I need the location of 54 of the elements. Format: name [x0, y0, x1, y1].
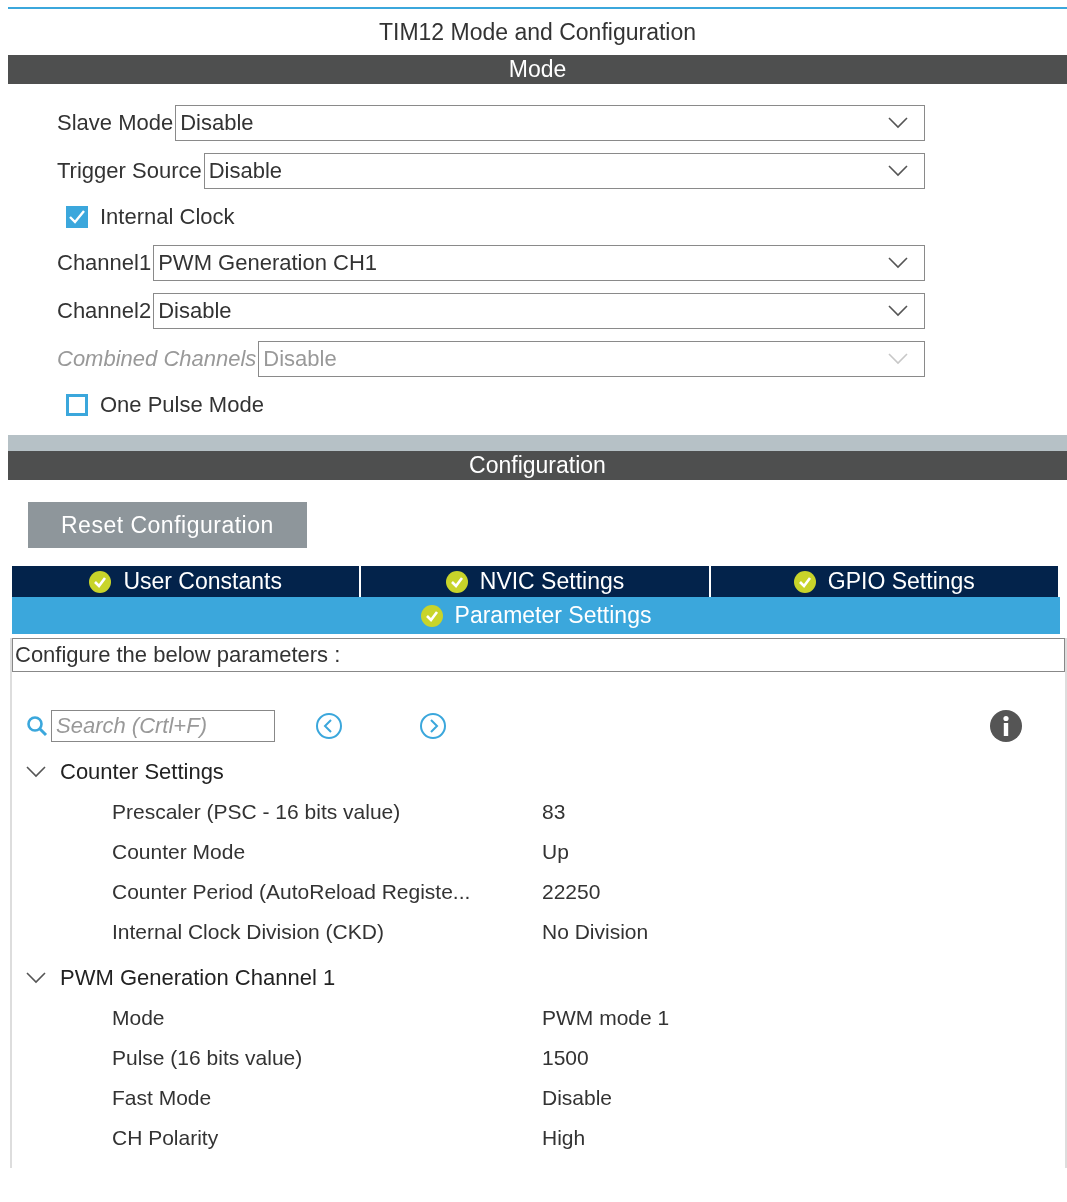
caret-icon [888, 165, 908, 177]
previous-icon[interactable] [315, 712, 343, 740]
chevron-icon[interactable] [26, 971, 46, 985]
field-label: Channel2 [57, 298, 152, 324]
parameter-value[interactable]: Up [542, 840, 569, 864]
field-label: Combined Channels [57, 346, 257, 372]
caret-icon [888, 257, 908, 269]
section-header: Configuration [8, 451, 1067, 480]
checkbox-label: One Pulse Mode [100, 392, 264, 418]
tab[interactable]: GPIO Settings [710, 566, 1060, 597]
group-label[interactable]: Counter Settings [60, 759, 224, 785]
check-circle-icon [89, 570, 112, 593]
check-circle-icon [445, 570, 468, 593]
parameter-name: Mode [112, 1006, 166, 1030]
panel-title: TIM12 Mode and Configuration [377, 18, 698, 47]
parameter-name: Fast Mode [112, 1086, 213, 1110]
checkbox-label: Internal Clock [100, 204, 235, 230]
parameter-value[interactable]: 1500 [542, 1046, 589, 1070]
field-label: Trigger Source [57, 158, 202, 184]
field-label: Channel1 [57, 250, 152, 276]
parameter-value[interactable]: 22250 [542, 880, 601, 904]
parameter-name: Prescaler (PSC - 16 bits value) [112, 800, 402, 824]
dropdown[interactable]: Disable [203, 153, 925, 189]
checkbox[interactable] [66, 394, 88, 416]
info-icon[interactable] [989, 709, 1023, 743]
tab[interactable]: User Constants [12, 566, 362, 597]
description-text: Configure the below parameters : [12, 638, 1065, 672]
group-label[interactable]: PWM Generation Channel 1 [60, 965, 336, 991]
chevron-icon[interactable] [26, 765, 46, 779]
checkbox[interactable] [66, 206, 88, 228]
caret-icon [888, 353, 908, 365]
parameter-value[interactable]: Disable [542, 1086, 613, 1110]
tab[interactable]: NVIC Settings [361, 566, 711, 597]
caret-icon [888, 117, 908, 129]
parameter-name: Pulse (16 bits value) [112, 1046, 304, 1070]
caret-icon [888, 305, 908, 317]
field-label: Slave Mode [57, 110, 174, 136]
dropdown[interactable]: Disable [153, 293, 925, 329]
parameter-name: Counter Mode [112, 840, 247, 864]
parameter-value[interactable]: PWM mode 1 [542, 1006, 670, 1030]
search-icon [26, 715, 48, 737]
parameter-name: CH Polarity [112, 1126, 220, 1150]
dropdown[interactable]: Disable [175, 105, 925, 141]
parameter-value[interactable]: High [542, 1126, 586, 1150]
check-circle-icon [793, 570, 816, 593]
search-field[interactable]: Search (Crtl+F) [51, 710, 275, 742]
parameter-name: Internal Clock Division (CKD) [112, 920, 385, 944]
parameter-value[interactable]: No Division [542, 920, 649, 944]
check-circle-icon [420, 604, 443, 627]
dropdown[interactable]: PWM Generation CH1 [153, 245, 925, 281]
next-icon[interactable] [419, 712, 447, 740]
parameter-value[interactable]: 83 [542, 800, 566, 824]
parameter-name: Counter Period (AutoReload Registe... [112, 880, 472, 904]
section-header: Mode [8, 55, 1067, 84]
